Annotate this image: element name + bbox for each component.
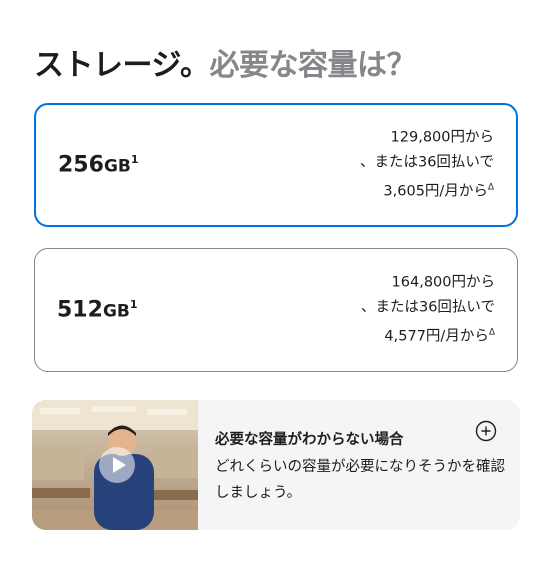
footnote-marker: 1 bbox=[129, 298, 138, 312]
storage-option-256gb[interactable]: 256GB1 129,800円から 、または36回払いで 3,605円/月からΔ bbox=[34, 103, 518, 227]
capacity-unit: GB bbox=[102, 301, 130, 322]
price-info: 164,800円から 、または36回払いで 4,577円/月からΔ bbox=[361, 271, 495, 350]
heading-question: 必要な容量は？ bbox=[209, 48, 417, 83]
capacity-unit: GB bbox=[103, 156, 131, 177]
help-description: どれくらいの容量が必要になりそうかを確認しましょう。 bbox=[215, 459, 505, 501]
price-installment-note: 、または36回払いで bbox=[360, 299, 495, 316]
price-full: 164,800円から bbox=[391, 274, 495, 291]
help-title: 必要な容量がわからない場合 bbox=[215, 432, 404, 448]
capacity-value: 256 bbox=[58, 152, 104, 178]
price-info: 129,800円から 、または36回払いで 3,605円/月からΔ bbox=[360, 126, 494, 205]
plus-circle-icon[interactable] bbox=[475, 420, 497, 442]
price-installment-note: 、または36回払いで bbox=[359, 154, 494, 171]
price-monthly: 4,577円/月からΔ bbox=[361, 321, 495, 350]
capacity-label: 256GB1 bbox=[58, 153, 139, 178]
heading-main: ストレージ。 bbox=[34, 48, 210, 83]
price-monthly-value: 4,577円/月から bbox=[384, 328, 489, 345]
section-heading: ストレージ。必要な容量は？ bbox=[34, 40, 416, 84]
price-monthly-value: 3,605円/月から bbox=[383, 183, 488, 200]
price-footnote-marker: Δ bbox=[488, 327, 495, 338]
footnote-marker: 1 bbox=[130, 153, 139, 167]
price-footnote-marker: Δ bbox=[487, 182, 494, 193]
capacity-value: 512 bbox=[57, 297, 103, 323]
storage-help-card[interactable]: 必要な容量がわからない場合 どれくらいの容量が必要になりそうかを確認しましょう。 bbox=[32, 400, 520, 530]
price-full: 129,800円から bbox=[390, 129, 494, 146]
capacity-label: 512GB1 bbox=[57, 298, 138, 323]
price-monthly: 3,605円/月からΔ bbox=[360, 176, 494, 205]
storage-option-512gb[interactable]: 512GB1 164,800円から 、または36回払いで 4,577円/月からΔ bbox=[34, 248, 518, 372]
play-icon[interactable] bbox=[98, 446, 136, 484]
